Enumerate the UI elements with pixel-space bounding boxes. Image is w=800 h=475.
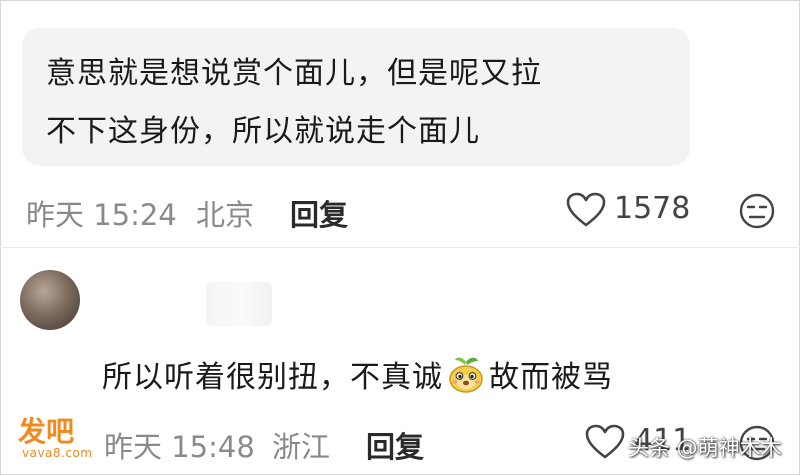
comment-timestamp: 昨天 15:48	[104, 430, 255, 464]
comment-timestamp: 昨天 15:24	[26, 198, 177, 232]
avatar[interactable]	[20, 270, 80, 330]
comment-bubble: 意思就是想说赏个面儿，但是呢又拉 不下这身份，所以就说走个面儿	[22, 28, 690, 166]
logo-text: 发吧	[18, 415, 75, 448]
comment-text-part-1: 所以听着很别扭，不真诚	[102, 360, 443, 395]
comment-text-line-2: 不下这身份，所以就说走个面儿	[46, 114, 480, 149]
watermark: 头条 @萌神木木	[628, 436, 782, 460]
heart-outline-icon[interactable]	[585, 424, 625, 460]
sprout-creature-emoji	[449, 357, 483, 393]
comment-text-part-2: 故而被骂	[489, 360, 613, 395]
reply-button[interactable]: 回复	[290, 192, 348, 234]
logo-url: vava8.com	[22, 446, 93, 460]
neutral-face-icon[interactable]	[738, 192, 776, 230]
username-blurred	[206, 282, 272, 326]
comment-location: 北京	[196, 198, 255, 232]
comment-text-line-1: 意思就是想说赏个面儿，但是呢又拉	[46, 56, 542, 91]
reply-button[interactable]: 回复	[366, 424, 424, 466]
comment-divider	[0, 247, 800, 248]
heart-outline-icon[interactable]	[566, 192, 606, 228]
site-logo: 发吧 vava8.com	[18, 410, 100, 464]
comment-location: 浙江	[272, 430, 331, 464]
like-count: 1578	[614, 191, 691, 226]
comment-text: 所以听着很别扭，不真诚 故而被骂	[102, 352, 613, 396]
